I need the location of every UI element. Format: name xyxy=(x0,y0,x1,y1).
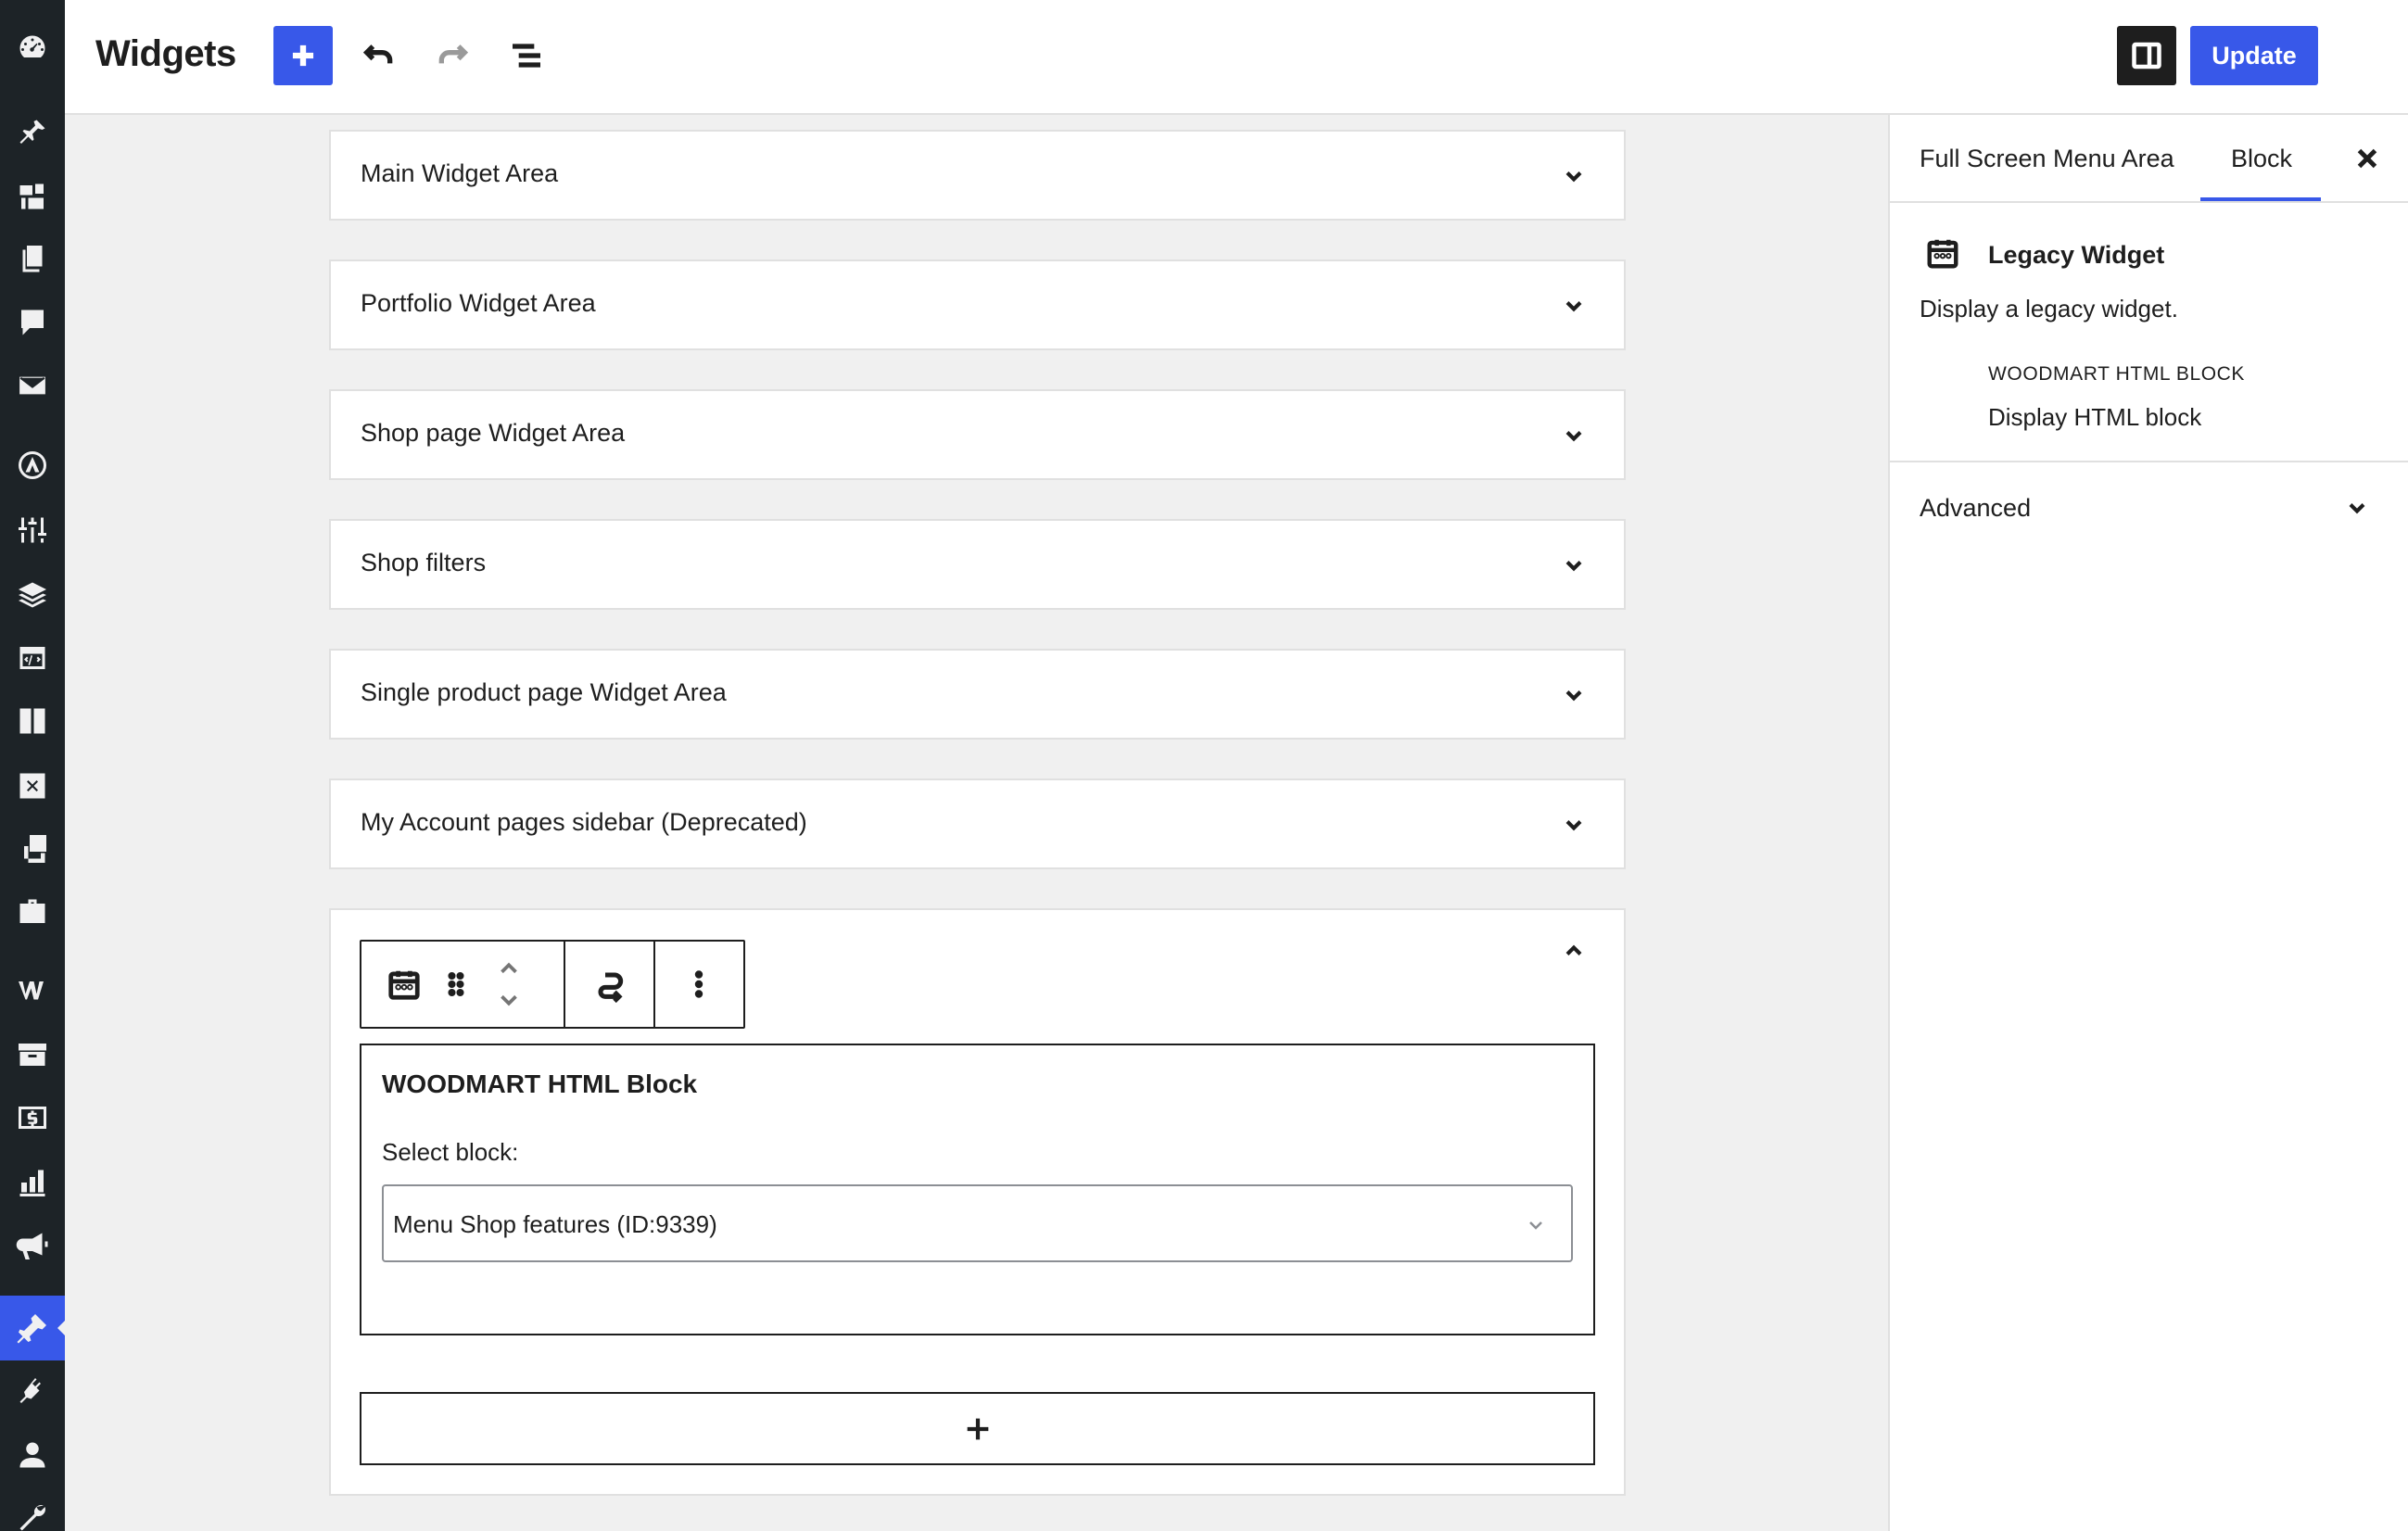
admin-sidebar xyxy=(0,0,66,1531)
chevron-up-icon[interactable] xyxy=(1561,938,1587,964)
list-view-icon xyxy=(513,44,540,68)
chevron-down-icon[interactable] xyxy=(1561,812,1587,838)
toolbar-divider xyxy=(653,942,655,1027)
chevron-down-icon[interactable] xyxy=(1561,293,1587,319)
chevron-down-icon[interactable] xyxy=(1561,423,1587,449)
widget-area-title: Portfolio Widget Area xyxy=(361,289,596,317)
widget-area-title: Shop page Widget Area xyxy=(361,419,626,447)
add-block-button[interactable] xyxy=(273,26,333,85)
woocommerce-icon[interactable] xyxy=(12,969,53,1010)
editor-header: Widgets Update xyxy=(65,0,2408,115)
chevron-down-icon[interactable] xyxy=(1561,163,1587,189)
drag-handle-icon[interactable] xyxy=(437,966,475,1003)
settings-toggle-button[interactable] xyxy=(2117,26,2176,85)
briefcase-icon[interactable] xyxy=(12,892,53,932)
mail-icon[interactable] xyxy=(12,365,53,406)
widget-area[interactable]: Shop page Widget Area xyxy=(329,389,1626,480)
block-card-title: Legacy Widget xyxy=(1988,241,2165,269)
sidebar-tabs: Full Screen Menu Area Block xyxy=(1890,115,2408,203)
pin-icon[interactable] xyxy=(12,112,53,153)
pages-icon[interactable] xyxy=(12,239,53,280)
appearance-icon xyxy=(12,1308,53,1348)
widget-area[interactable]: Portfolio Widget Area xyxy=(329,259,1626,350)
dollar-icon[interactable] xyxy=(12,1097,53,1138)
toolbar-divider xyxy=(564,942,565,1027)
editor-canvas: Main Widget Area Portfolio Widget Area S… xyxy=(65,115,1888,1531)
more-options-button[interactable] xyxy=(2404,33,2408,78)
update-button[interactable]: Update xyxy=(2190,26,2318,85)
widget-area-title: My Account pages sidebar (Deprecated) xyxy=(361,808,807,836)
advanced-panel-toggle[interactable]: Advanced xyxy=(1920,494,2031,523)
comments-icon[interactable] xyxy=(12,302,53,343)
plus-icon xyxy=(967,1418,988,1439)
legacy-widget-block[interactable]: WOODMART HTML Block Select block: Menu S… xyxy=(360,1044,1595,1335)
chevron-down-icon[interactable] xyxy=(1561,552,1587,578)
redo-icon xyxy=(438,44,469,64)
widget-area-title: Single product page Widget Area xyxy=(361,678,727,706)
widget-area[interactable]: My Account pages sidebar (Deprecated) xyxy=(329,778,1626,869)
tab-widget-area[interactable]: Full Screen Menu Area xyxy=(1920,145,2174,173)
archive-icon[interactable] xyxy=(12,1034,53,1075)
elementor-icon[interactable] xyxy=(12,445,53,486)
plus-icon xyxy=(292,44,314,67)
widget-area[interactable]: Main Widget Area xyxy=(329,130,1626,221)
chevron-down-icon[interactable] xyxy=(2344,495,2370,525)
tools-icon[interactable] xyxy=(12,1498,53,1531)
select-block-dropdown[interactable]: Menu Shop features (ID:9339) xyxy=(382,1184,1573,1262)
users-icon[interactable] xyxy=(12,1435,53,1475)
active-tab-indicator xyxy=(2200,197,2321,201)
chevron-down-icon[interactable] xyxy=(1561,682,1587,708)
plugins-icon[interactable] xyxy=(12,1372,53,1412)
undo-button[interactable] xyxy=(355,32,403,80)
gallery-icon[interactable] xyxy=(12,829,53,869)
widget-type-description: Display HTML block xyxy=(1988,403,2202,431)
appearance-menu-item[interactable] xyxy=(0,1296,66,1360)
calendar-icon[interactable] xyxy=(386,966,423,1003)
widget-title: WOODMART HTML Block xyxy=(382,1069,698,1098)
widget-area-title: Main Widget Area xyxy=(361,159,559,187)
sliders-icon[interactable] xyxy=(12,510,53,550)
chart-icon[interactable] xyxy=(12,1162,53,1203)
layers-icon[interactable] xyxy=(12,575,53,615)
code-icon[interactable] xyxy=(12,638,53,678)
block-toolbar xyxy=(360,940,745,1029)
tab-block[interactable]: Block xyxy=(2231,145,2292,173)
transform-icon[interactable] xyxy=(591,966,628,1003)
widget-type-title: WOODMART HTML BLOCK xyxy=(1988,363,2246,385)
megaphone-icon[interactable] xyxy=(12,1225,53,1266)
select-block-label: Select block: xyxy=(382,1138,519,1166)
more-vertical-icon[interactable] xyxy=(680,966,717,1003)
block-appender-button[interactable] xyxy=(360,1392,1595,1465)
select-block-value: Menu Shop features (ID:9339) xyxy=(393,1210,717,1238)
widget-area-title: Shop filters xyxy=(361,549,487,576)
divider xyxy=(1890,461,2408,462)
widget-area[interactable]: Single product page Widget Area xyxy=(329,649,1626,740)
sidebar-panel-icon xyxy=(2132,42,2161,70)
settings-sidebar: Full Screen Menu Area Block Legacy Widge… xyxy=(1888,115,2408,1531)
dashboard-icon[interactable] xyxy=(12,28,53,69)
widget-area[interactable]: Shop filters xyxy=(329,519,1626,610)
list-view-button[interactable] xyxy=(502,32,551,80)
close-box-icon[interactable] xyxy=(12,766,53,806)
chevron-down-icon xyxy=(1525,1214,1547,1241)
page-title: Widgets xyxy=(95,33,236,74)
calendar-icon xyxy=(1925,235,1960,271)
media-icon[interactable] xyxy=(12,176,53,217)
block-card-description: Display a legacy widget. xyxy=(1920,295,2178,323)
undo-icon xyxy=(362,44,393,64)
move-down-icon[interactable] xyxy=(493,986,525,1014)
move-up-icon[interactable] xyxy=(493,955,525,982)
redo-button[interactable] xyxy=(428,32,476,80)
book-icon[interactable] xyxy=(12,701,53,741)
close-icon[interactable] xyxy=(2351,143,2383,174)
